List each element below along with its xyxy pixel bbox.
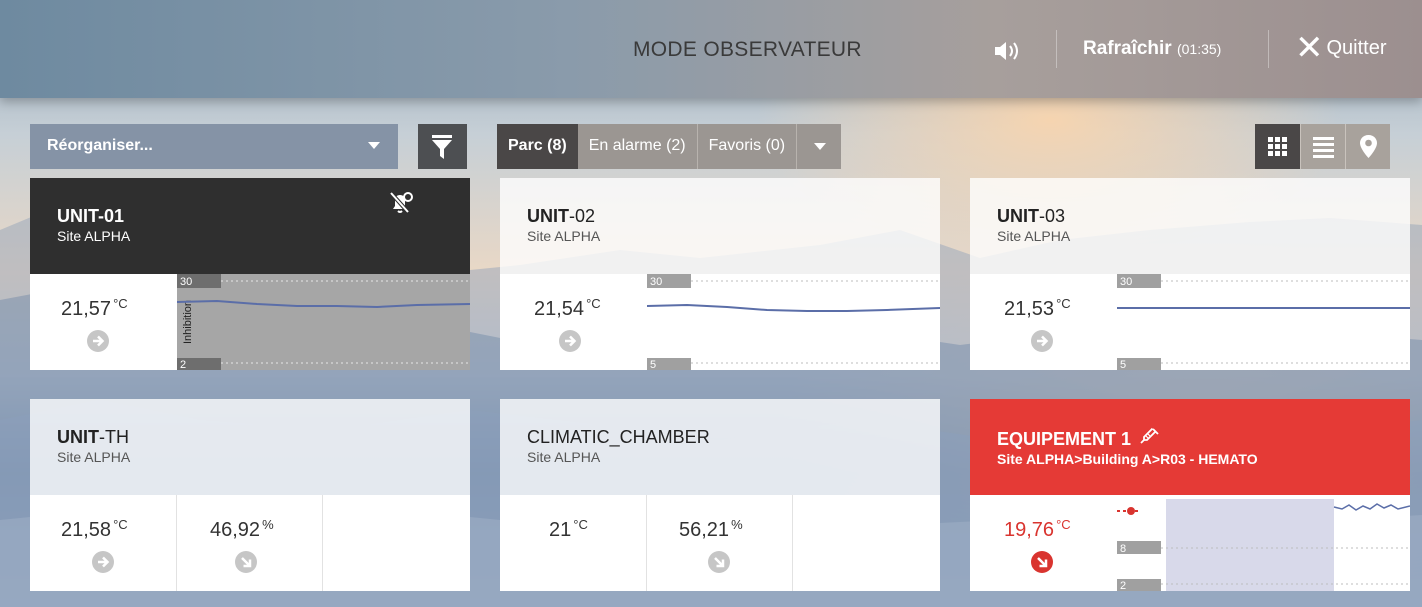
filter-icon: [432, 135, 452, 159]
unit-card[interactable]: UNIT-02 Site ALPHA 21,54 °C 30 5: [500, 178, 940, 370]
card-site: Site ALPHA>Building A>R03 - HEMATO: [997, 451, 1258, 467]
card-body: 21,53 °C 30 5: [970, 274, 1410, 370]
card-site: Site ALPHA: [57, 228, 131, 244]
card-title: EQUIPEMENT 1: [997, 427, 1410, 450]
chart-low-label: 5: [650, 359, 656, 370]
trend-chart: 30 2 Inhibition: [177, 274, 470, 370]
card-site: Site ALPHA: [527, 449, 601, 465]
refresh-button[interactable]: Rafraîchir (01:35): [1083, 38, 1221, 60]
bell-muted-icon[interactable]: [388, 190, 414, 216]
chart-high-label: 30: [650, 276, 662, 288]
card-header: UNIT-02 Site ALPHA: [500, 178, 940, 274]
view-switcher: [1255, 124, 1390, 169]
chart-high-label: 30: [180, 276, 192, 288]
trend-down-right-icon: [235, 551, 257, 573]
temperature-value: 21 °C: [549, 517, 588, 541]
humidity-value: 46,92%: [210, 517, 274, 541]
chevron-down-icon: [368, 142, 380, 149]
reorganize-select[interactable]: Réorganiser...: [30, 124, 398, 169]
quit-button[interactable]: ✕ Quitter: [1295, 29, 1387, 67]
tab-favoris[interactable]: Favoris (0): [696, 124, 797, 169]
cell-divider: [792, 495, 793, 591]
chart-low-label: 2: [1120, 580, 1126, 591]
refresh-label: Rafraîchir: [1083, 38, 1172, 59]
card-title: UNIT-03: [997, 206, 1066, 226]
temperature-value: 21,58 °C: [61, 517, 128, 541]
inhibition-label: Inhibition: [182, 300, 194, 344]
trend-chart: 8 2: [1117, 495, 1410, 591]
chart-low-label: 5: [1120, 359, 1126, 370]
quit-label: Quitter: [1326, 36, 1387, 59]
trend-right-icon: [87, 330, 109, 352]
tab-parc[interactable]: Parc (8): [497, 124, 578, 169]
trend-right-icon: [1031, 330, 1053, 352]
unit-card[interactable]: CLIMATIC_CHAMBER Site ALPHA 21 °C 56,21%: [500, 399, 940, 591]
close-icon: ✕: [1295, 29, 1324, 67]
card-site: Site ALPHA: [57, 449, 131, 465]
refresh-timer: (01:35): [1176, 41, 1222, 57]
tabs-more-dropdown[interactable]: [796, 124, 842, 169]
speaker-icon[interactable]: [993, 40, 1025, 62]
unit-card[interactable]: UNIT-01 Site ALPHA 21,57 °C 30 2 Inhibiti…: [30, 178, 470, 370]
temperature-value: 21,53 °C: [1004, 296, 1071, 320]
list-view-button[interactable]: [1300, 124, 1345, 169]
card-site: Site ALPHA: [997, 228, 1071, 244]
card-body: 21,54 °C 30 5: [500, 274, 940, 370]
map-view-button[interactable]: [1345, 124, 1390, 169]
reorganize-label: Réorganiser...: [47, 137, 153, 154]
trend-down-right-icon: [708, 551, 730, 573]
trend-chart: 30 5: [647, 274, 940, 370]
page-title: MODE OBSERVATEUR: [633, 38, 862, 61]
grid-view-button[interactable]: [1255, 124, 1300, 169]
card-site: Site ALPHA: [527, 228, 601, 244]
tab-bar: Parc (8) En alarme (2) Favoris (0): [497, 124, 842, 169]
trend-right-icon: [92, 551, 114, 573]
chevron-down-icon: [814, 143, 827, 150]
card-body: 19,76 °C 8 2: [970, 495, 1410, 591]
card-body: 21,57 °C 30 2 Inhibition: [30, 274, 470, 370]
cell-divider: [322, 495, 323, 591]
filter-button[interactable]: [418, 124, 467, 169]
card-header: CLIMATIC_CHAMBER Site ALPHA: [500, 399, 940, 495]
grid-icon: [1268, 137, 1287, 156]
trend-down-right-alarm-icon: [1031, 551, 1053, 573]
map-pin-icon: [1360, 135, 1377, 158]
divider: [1056, 30, 1057, 68]
cell-divider: [176, 495, 177, 591]
unit-card[interactable]: UNIT-TH Site ALPHA 21,58 °C 46,92%: [30, 399, 470, 591]
card-header: UNIT-03 Site ALPHA: [970, 178, 1410, 274]
card-title: CLIMATIC_CHAMBER: [527, 427, 710, 447]
list-icon: [1313, 137, 1334, 158]
temperature-value: 19,76 °C: [1004, 517, 1071, 541]
cell-divider: [646, 495, 647, 591]
chart-high-label: 30: [1120, 276, 1132, 288]
card-title: UNIT-02: [527, 206, 596, 226]
card-header: EQUIPEMENT 1 Site ALPHA>Building A>R03 -…: [970, 399, 1410, 495]
trend-right-icon: [559, 330, 581, 352]
temperature-value: 21,57 °C: [61, 296, 128, 320]
card-body: 21,58 °C 46,92%: [30, 495, 470, 591]
divider: [1268, 30, 1269, 68]
unit-card[interactable]: UNIT-03 Site ALPHA 21,53 °C 30 5: [970, 178, 1410, 370]
card-header: UNIT-TH Site ALPHA: [30, 399, 470, 495]
trend-chart: 30 5: [1117, 274, 1410, 370]
chart-high-label: 8: [1120, 543, 1126, 555]
unit-card-alarm[interactable]: EQUIPEMENT 1 Site ALPHA>Building A>R03 -…: [970, 399, 1410, 591]
top-bar: MODE OBSERVATEUR Rafraîchir (01:35) ✕ Qu…: [0, 0, 1422, 98]
temperature-value: 21,54 °C: [534, 296, 601, 320]
tab-en-alarme[interactable]: En alarme (2): [577, 124, 697, 169]
humidity-value: 56,21%: [679, 517, 743, 541]
chart-low-label: 2: [180, 359, 186, 370]
syringe-icon: [1140, 427, 1159, 444]
card-title: UNIT-TH: [57, 427, 129, 447]
card-body: 21 °C 56,21%: [500, 495, 940, 591]
card-header: UNIT-01 Site ALPHA: [30, 178, 470, 274]
